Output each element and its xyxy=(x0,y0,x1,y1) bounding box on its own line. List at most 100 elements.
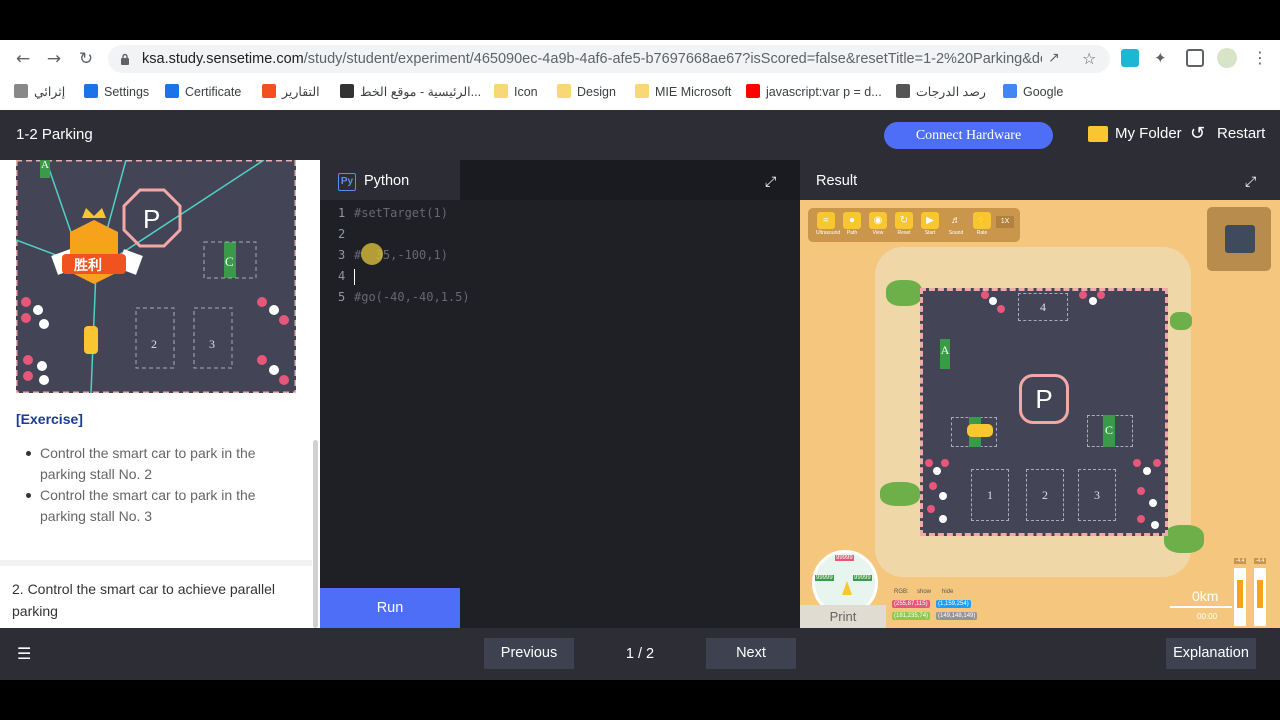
text-caret xyxy=(354,269,355,285)
share-icon[interactable]: ↗ xyxy=(1048,50,1060,66)
folder-icon xyxy=(494,84,508,98)
wheel-pointer xyxy=(842,581,852,595)
tool-sound[interactable]: ♬ Sound xyxy=(946,212,966,238)
exercise-panel: A P C 2 3 胜利 [Exercise] Control the smar… xyxy=(0,160,320,628)
motor-meter-right: -4.4 xyxy=(1254,558,1266,626)
restart-icon[interactable]: ↺ xyxy=(1190,123,1205,144)
tab-python-label: Python xyxy=(364,173,410,189)
mouse-cursor-highlight xyxy=(361,243,383,265)
restart-button[interactable]: Restart xyxy=(1217,125,1265,142)
ultrasound-icon: ≈ xyxy=(817,212,835,229)
bookmark-item[interactable]: MIE Microsoft xyxy=(635,82,731,102)
bookmark-item[interactable]: Settings xyxy=(84,82,149,102)
tool-path[interactable]: ● Path xyxy=(842,212,862,238)
minimap-button[interactable] xyxy=(1207,207,1271,271)
side-panel-icon[interactable] xyxy=(1186,49,1204,67)
bush xyxy=(886,280,922,306)
rgb-label: RGB: xyxy=(894,589,909,595)
tool-ultrasound[interactable]: ≈ Ultrasound xyxy=(816,212,840,238)
code-line[interactable]: 3 # 35,-100,1) xyxy=(338,245,448,266)
gear-icon xyxy=(84,84,98,98)
bookmark-item[interactable]: إثرائي xyxy=(14,82,65,102)
bookmark-item[interactable]: Icon xyxy=(494,82,538,102)
extension-s-icon[interactable] xyxy=(1121,49,1139,67)
forward-icon[interactable]: → xyxy=(43,48,65,70)
distance-readout: 0km xyxy=(1192,588,1219,604)
tool-reset[interactable]: ↻ Reset xyxy=(894,212,914,238)
menu-dots-icon[interactable]: ⋮ xyxy=(1252,49,1270,67)
bookmark-label: Google xyxy=(1023,85,1064,99)
simulator-toolbar: ≈ Ultrasound ● Path ◉ View ↻ Reset ▶ Start ♬ S… xyxy=(808,208,1020,242)
microsoft-icon xyxy=(262,84,276,98)
back-icon[interactable]: ← xyxy=(12,48,34,70)
bookmark-item[interactable]: رصد الدرجات xyxy=(896,82,986,102)
result-header: Result ⤢ xyxy=(800,160,1280,200)
parking-preview-image: A P C 2 3 胜利 xyxy=(16,160,296,393)
outline-menu-icon[interactable]: ☰ xyxy=(17,646,35,662)
wheel-value: 99999 xyxy=(815,575,834,581)
code-editor: Py Python ⤢ 1 #setTarget(1) 2 3 # 35,-100,… xyxy=(320,160,800,628)
fullscreen-icon[interactable]: ⤢ xyxy=(765,175,779,189)
tool-rate[interactable]: ⚡ Rate xyxy=(972,212,992,238)
connect-hardware-button[interactable]: Connect Hardware xyxy=(884,122,1053,149)
eye-icon: ◉ xyxy=(869,212,887,229)
print-button[interactable]: Print xyxy=(800,605,886,628)
address-bar[interactable]: ksa.study.sensetime.com/study/student/ex… xyxy=(108,45,1110,73)
run-button[interactable]: Run xyxy=(320,588,460,628)
bookmark-item[interactable]: الرئيسية - موقع الخط... xyxy=(340,82,481,102)
rgb-value: (255,87,115) xyxy=(892,600,930,608)
map-label-p: P xyxy=(143,204,160,234)
explanation-button[interactable]: Explanation xyxy=(1166,638,1256,669)
editor-tabbar: Py Python ⤢ xyxy=(320,160,800,200)
bookmark-label: إثرائي xyxy=(34,85,66,99)
rate-value[interactable]: 1X xyxy=(996,216,1014,228)
map-label-c: C xyxy=(225,254,234,269)
rgb-value: (1,159,254) xyxy=(936,600,971,608)
lock-icon xyxy=(121,53,129,65)
page-indicator: 1 / 2 xyxy=(625,646,655,662)
hide-radio[interactable]: hide xyxy=(940,588,955,596)
google-icon xyxy=(1003,84,1017,98)
reset-icon: ↻ xyxy=(895,212,913,229)
bookmark-label: MIE Microsoft xyxy=(655,85,732,99)
bookmark-label: Settings xyxy=(104,85,150,99)
app-header: 1-2 Parking Connect Hardware My Folder ↺… xyxy=(0,110,1280,160)
python-icon: Py xyxy=(338,173,356,191)
code-line[interactable]: 5 #go(-40,-40,1.5) xyxy=(338,287,470,308)
next-button[interactable]: Next xyxy=(706,638,796,669)
bookmark-label: Certificate xyxy=(185,85,242,99)
fullscreen-icon[interactable]: ⤢ xyxy=(1245,175,1259,189)
wheel-value: 99999 xyxy=(835,555,854,561)
tool-view[interactable]: ◉ View xyxy=(868,212,888,238)
enrichment-icon xyxy=(14,84,28,98)
time-readout: 00:00 xyxy=(1197,612,1218,621)
bottom-bar: ☰ Previous 1 / 2 Next Explanation xyxy=(0,628,1280,680)
show-radio[interactable]: show xyxy=(915,588,933,596)
bush xyxy=(880,482,920,506)
play-icon: ▶ xyxy=(921,212,939,229)
tool-start[interactable]: ▶ Start xyxy=(920,212,940,238)
avatar[interactable] xyxy=(1217,48,1237,68)
parking-lot: 4 A P C 1 2 3 xyxy=(920,288,1168,536)
folder-icon[interactable] xyxy=(1088,126,1108,142)
bookmark-label: رصد الدرجات xyxy=(916,85,986,99)
bookmark-label: التقارير xyxy=(282,85,320,99)
star-icon[interactable]: ☆ xyxy=(1082,49,1096,68)
scrollbar[interactable] xyxy=(313,440,318,628)
bookmark-item[interactable]: Design xyxy=(557,82,616,102)
code-line[interactable]: 1 #setTarget(1) xyxy=(338,203,448,224)
bookmark-item[interactable]: Certificate xyxy=(165,82,241,102)
reload-icon[interactable]: ↻ xyxy=(75,48,97,70)
bookmark-item[interactable]: Google xyxy=(1003,82,1063,102)
wheel-value: 99999 xyxy=(853,575,872,581)
previous-button[interactable]: Previous xyxy=(484,638,574,669)
bookmark-item[interactable]: javascript:var p = d... xyxy=(746,82,882,102)
code-line[interactable]: 4 xyxy=(338,266,354,287)
exercise-item-2[interactable]: 2. Control the smart car to achieve para… xyxy=(0,560,312,628)
my-folder-button[interactable]: My Folder xyxy=(1115,125,1182,142)
tab-python[interactable]: Py Python xyxy=(320,160,460,200)
extensions-puzzle-icon[interactable]: ✦ xyxy=(1154,49,1172,67)
bookmark-item[interactable]: التقارير xyxy=(262,82,320,102)
bush xyxy=(1170,312,1192,330)
code-line[interactable]: 2 xyxy=(338,224,354,245)
